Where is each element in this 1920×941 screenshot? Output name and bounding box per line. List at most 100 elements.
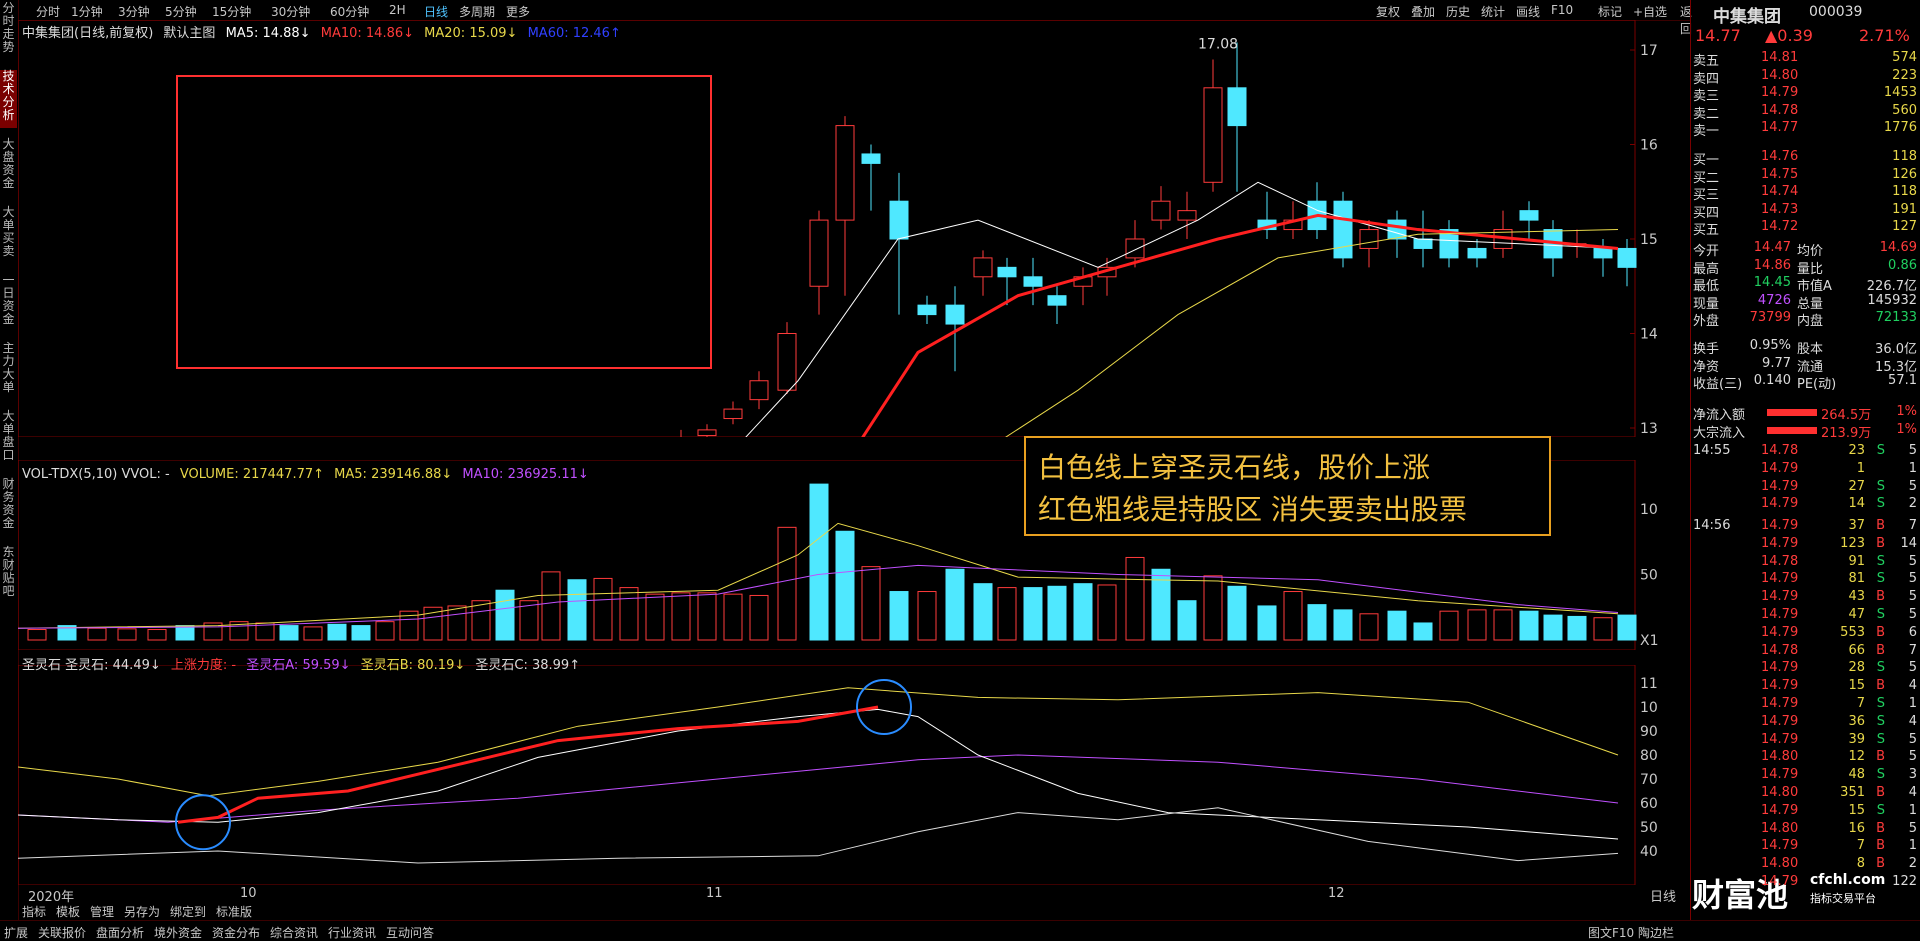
indicator-subtab[interactable]: 管理 xyxy=(90,903,114,920)
level-volume: 223 xyxy=(1892,67,1917,83)
indicator-subtab[interactable]: 模板 xyxy=(56,903,80,920)
period-tab[interactable]: 2H xyxy=(389,3,406,17)
period-label[interactable]: 日线 xyxy=(1650,886,1690,905)
period-tab[interactable]: 60分钟 xyxy=(330,3,369,20)
level-price: 14.79 xyxy=(1761,85,1799,101)
tick-count: 1 xyxy=(1908,838,1917,854)
tick-price: 14.78 xyxy=(1761,642,1799,658)
tick-price: 14.79 xyxy=(1761,874,1799,889)
level-volume: 126 xyxy=(1892,166,1917,182)
tick-row: 14.79 553 B 6 xyxy=(1691,625,1920,642)
toolbar-button[interactable]: 历史 xyxy=(1446,3,1470,20)
sidebar-tab[interactable]: 东财贴吧 xyxy=(0,546,17,604)
period-tab[interactable]: 分时 xyxy=(36,3,60,20)
volume-bar xyxy=(327,623,347,641)
period-tab[interactable]: 5分钟 xyxy=(165,3,197,20)
price-row: 14.77 ▲0.39 2.71% xyxy=(1691,26,1920,46)
period-tab[interactable]: 15分钟 xyxy=(212,3,251,20)
order-book-buy: 买五 14.72 127 xyxy=(1691,219,1920,238)
stat-value: 36.0亿 xyxy=(1875,342,1917,357)
price-change-pct: 2.71% xyxy=(1859,26,1910,45)
price-tick: 14.00 xyxy=(1640,327,1658,343)
line-sls xyxy=(18,708,1619,840)
level-price: 14.74 xyxy=(1761,184,1799,200)
bottom-tab[interactable]: 行业资讯 xyxy=(328,924,376,941)
stat-value: 9.77 xyxy=(1762,355,1791,371)
volume-bar xyxy=(1307,604,1327,641)
order-book-sell: 卖二 14.78 560 xyxy=(1691,103,1920,122)
sidebar-tab[interactable]: 大单盘口 xyxy=(0,410,17,468)
vol-ma5: MA5: 239146.88↓ xyxy=(334,467,453,482)
stat-label: 内盘 xyxy=(1797,314,1824,330)
bottom-tab[interactable]: 资金分布 xyxy=(212,924,260,941)
tick-volume: 123 xyxy=(1840,535,1865,551)
tick-row: 14.78 23 S 5 xyxy=(1691,443,1920,460)
level-label: 买二 xyxy=(1693,170,1720,186)
period-tab[interactable]: 30分钟 xyxy=(271,3,310,20)
sidebar-tab[interactable]: 一日资金 xyxy=(0,274,17,332)
tick-row: 14.79 122 xyxy=(1691,874,1920,891)
indicator-tick: 80.00 xyxy=(1640,748,1658,764)
tick-price: 14.79 xyxy=(1761,571,1799,587)
toolbar-button[interactable]: +自选 xyxy=(1633,3,1667,20)
toolbar-button[interactable]: 复权 xyxy=(1376,3,1400,20)
tick-side: S xyxy=(1876,496,1885,512)
bottom-tab[interactable]: 互动问答 xyxy=(386,924,434,941)
indicator-subtab[interactable]: 绑定到 xyxy=(170,903,206,920)
tick-volume: 48 xyxy=(1848,767,1865,783)
tick-volume: 66 xyxy=(1848,642,1865,658)
order-book-buy: 买四 14.73 191 xyxy=(1691,202,1920,221)
period-tab[interactable]: 3分钟 xyxy=(118,3,150,20)
stat-row: 最高 14.86 量比 0.86 xyxy=(1691,258,1920,277)
highlight-rect xyxy=(176,75,712,369)
period-tab[interactable]: 更多 xyxy=(506,3,530,20)
bottom-tab[interactable]: 扩展 xyxy=(4,924,28,941)
sidebar-tab[interactable]: 技术分析 xyxy=(0,70,17,128)
candle-body xyxy=(945,304,965,325)
stat-row: 今开 14.47 均价 14.69 xyxy=(1691,240,1920,259)
quote-panel: 中集集团 000039 14.77 ▲0.39 2.71% 卖五 14.81 574 卖四 14.… xyxy=(1690,0,1920,920)
tick-price: 14.79 xyxy=(1761,713,1799,729)
sidebar-tab[interactable]: 大单买卖 xyxy=(0,206,17,264)
bottom-tab[interactable]: 关联报价 xyxy=(38,924,86,941)
volume-legend: VOL-TDX(5,10) VVOL: - VOLUME: 217447.77↑… xyxy=(22,467,595,482)
sidebar-tab[interactable]: 大盘资金 xyxy=(0,138,17,196)
volume-bar xyxy=(303,626,323,641)
tick-side: S xyxy=(1876,607,1885,622)
tick-volume: 81 xyxy=(1848,571,1865,587)
toolbar-button[interactable]: 标记 xyxy=(1598,3,1622,20)
chart-mode-dropdown[interactable]: 默认主图 xyxy=(163,26,215,41)
indicator-tick: 50.00 xyxy=(1640,820,1658,836)
candle-body xyxy=(809,219,829,287)
volume-tick: X100 xyxy=(1640,633,1658,649)
tick-price: 14.79 xyxy=(1761,589,1799,605)
bottom-tab[interactable]: 综合资讯 xyxy=(270,924,318,941)
bottom-tab[interactable]: 盘面分析 xyxy=(96,924,144,941)
tick-volume: 553 xyxy=(1840,624,1865,640)
candlestick-chart[interactable]: 17.0016.0015.0014.0013.0012.0011.0010.00… xyxy=(18,20,1658,437)
tick-volume: 8 xyxy=(1856,856,1865,872)
period-toolbar: 分时 1分钟 3分钟 5分钟 15分钟 30分钟 60分钟 2H 日线 多周期 更多 复权 叠加 历史 统计… xyxy=(18,0,1692,36)
period-tab[interactable]: 日线 xyxy=(424,3,448,20)
sidebar-tab[interactable]: 财务资金 xyxy=(0,478,17,536)
indicator-subtab[interactable]: 另存为 xyxy=(124,903,160,920)
period-tab[interactable]: 1分钟 xyxy=(71,3,103,20)
bottom-right-label[interactable]: 图文F10 陶边栏 xyxy=(1588,924,1674,941)
tick-row: 14.79 36 S 4 xyxy=(1691,714,1920,731)
candle-body xyxy=(861,153,881,164)
toolbar-button[interactable]: 画线 xyxy=(1516,3,1540,20)
order-book-sell: 卖四 14.80 223 xyxy=(1691,67,1920,87)
sidebar-tab[interactable]: 主力大单 xyxy=(0,342,17,400)
sidebar-tab[interactable]: 分时走势 xyxy=(0,2,17,60)
toolbar-button[interactable]: 叠加 xyxy=(1411,3,1435,20)
stat-label: 量比 xyxy=(1797,261,1824,277)
stat-row: 收益(三) 0.140 PE(动) 57.1 xyxy=(1691,373,1920,392)
toolbar-button[interactable]: F10 xyxy=(1551,3,1573,17)
indicator-subtab[interactable]: 指标 xyxy=(22,903,46,920)
bottom-tab[interactable]: 境外资金 xyxy=(154,924,202,941)
indicator-chart[interactable]: 110.0 100.0 90.00 80.00 70.00 60.00 50.00 40.00 xyxy=(18,665,1658,885)
level-price: 14.77 xyxy=(1761,120,1799,136)
indicator-subtab[interactable]: 标准版 xyxy=(216,903,252,920)
toolbar-button[interactable]: 统计 xyxy=(1481,3,1505,20)
period-tab[interactable]: 多周期 xyxy=(459,3,495,20)
